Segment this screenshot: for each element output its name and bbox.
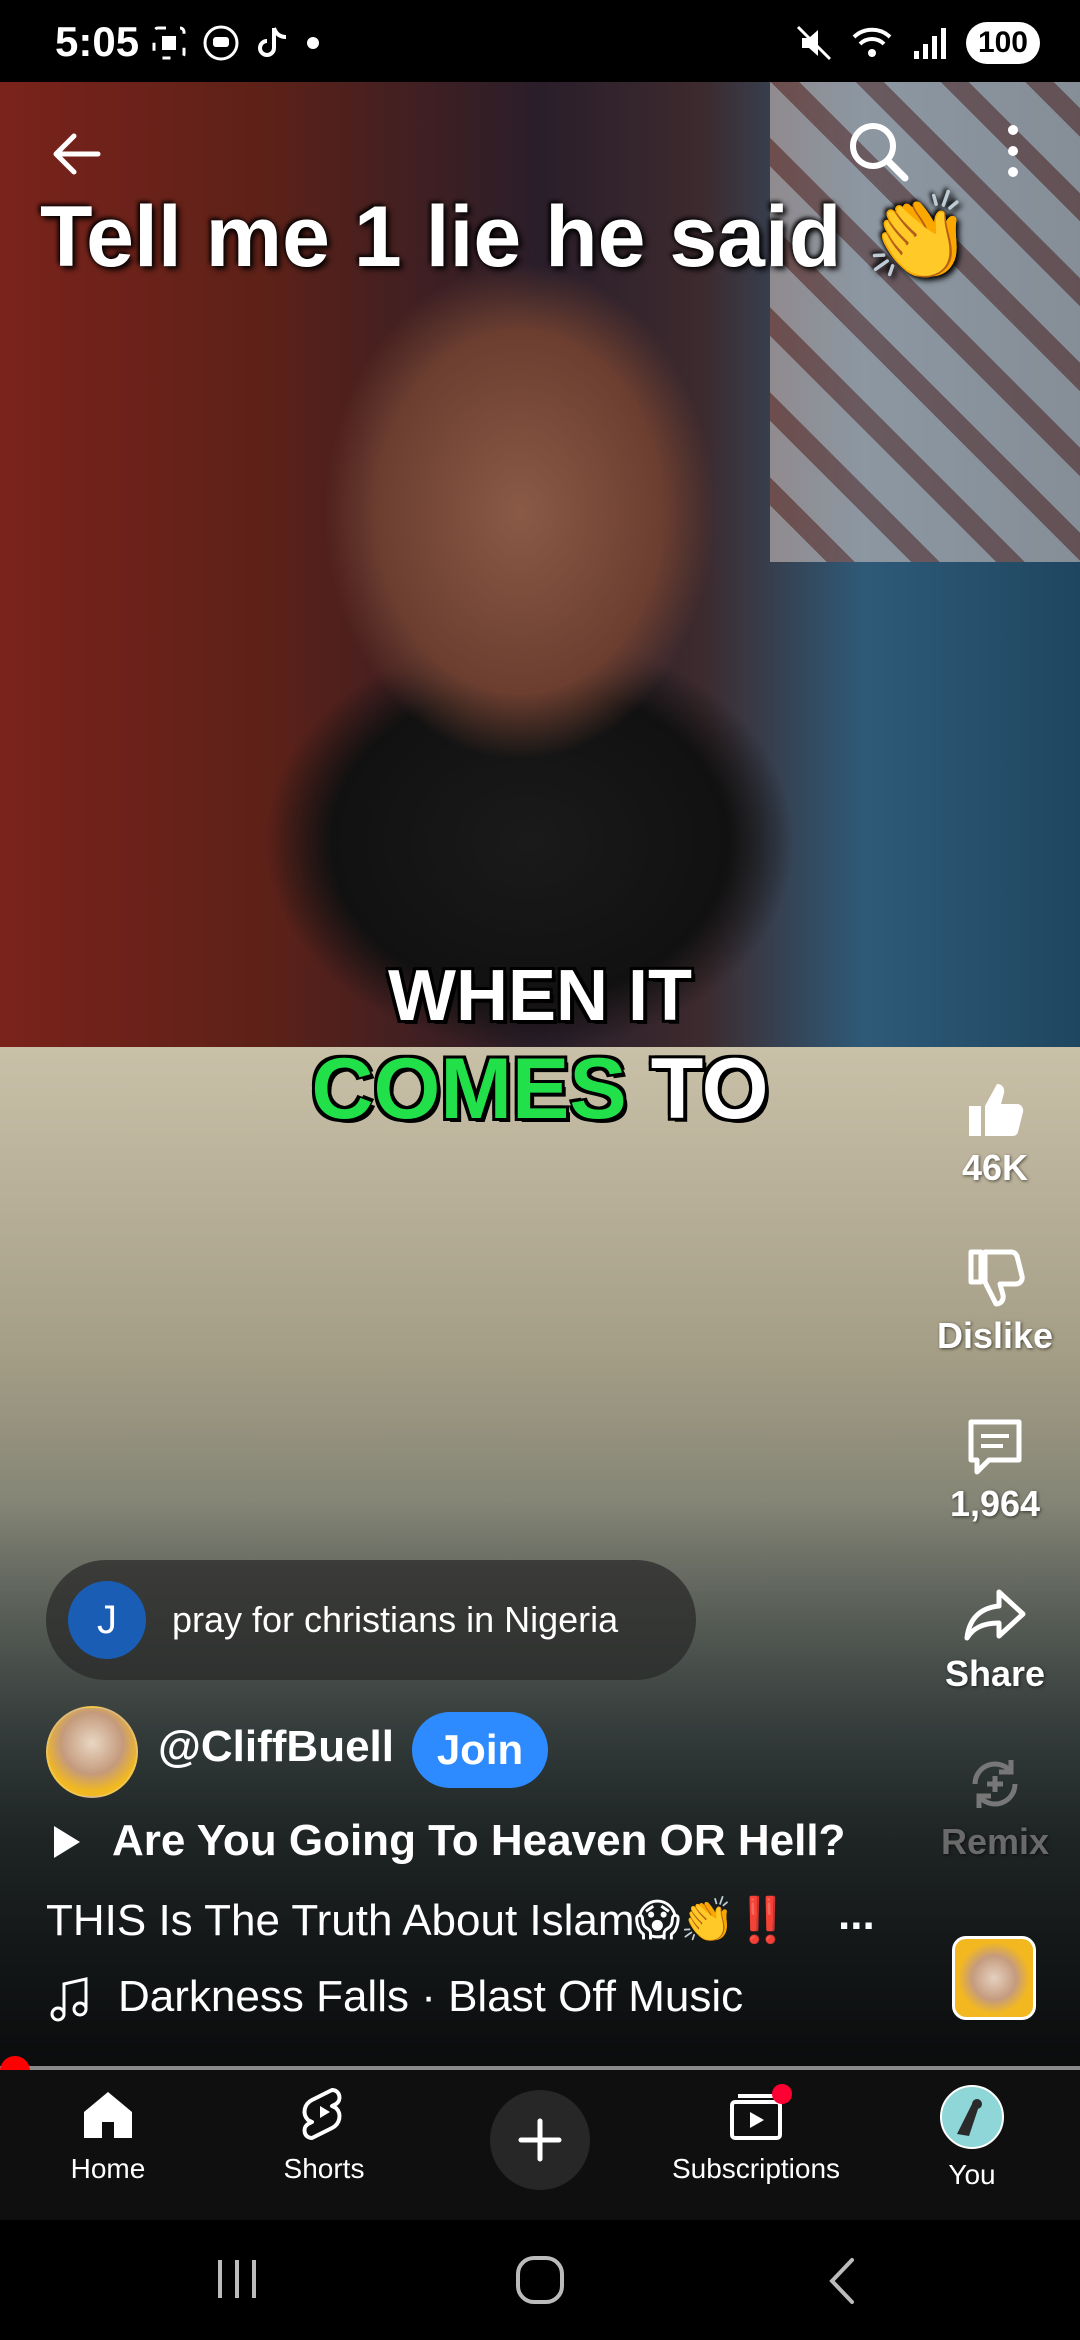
comment-count: 1,964 xyxy=(949,1483,1041,1524)
signal-icon xyxy=(913,28,946,59)
dislike-label: Dislike xyxy=(936,1315,1054,1356)
nav-home-label: Home xyxy=(70,2153,146,2184)
tiktok-icon xyxy=(258,27,287,57)
back-arrow-icon[interactable] xyxy=(48,124,108,184)
wifi-icon xyxy=(852,27,892,57)
app-notification-icon xyxy=(203,25,239,61)
more-options-icon[interactable] xyxy=(1000,120,1026,182)
share-button[interactable]: Share xyxy=(920,1584,1070,1695)
status-time: 5:05 xyxy=(55,18,140,65)
share-arrow-icon xyxy=(964,1589,1026,1641)
video-title-line2[interactable]: THIS Is The Truth About Islam😱👏‼️ xyxy=(46,1894,790,1946)
video-title-line1[interactable]: Are You Going To Heaven OR Hell? xyxy=(112,1816,845,1866)
commenter-avatar: J xyxy=(68,1581,146,1659)
channel-avatar[interactable] xyxy=(46,1706,138,1798)
battery-level: 100 xyxy=(965,22,1040,64)
thumbs-up-icon xyxy=(969,1084,1024,1136)
video-caption-line1: WHEN IT xyxy=(388,956,692,1036)
like-count: 46K xyxy=(961,1147,1029,1188)
play-icon xyxy=(54,1826,80,1858)
screenshot-icon xyxy=(152,26,186,60)
expand-description-button[interactable]: ... xyxy=(838,1890,875,1940)
status-system-icons: 100 xyxy=(794,22,1040,64)
nav-shorts-label: Shorts xyxy=(283,2153,365,2184)
new-content-dot xyxy=(772,2084,792,2104)
dot-icon xyxy=(307,37,319,49)
recent-apps-icon[interactable] xyxy=(212,2256,262,2302)
back-system-icon[interactable] xyxy=(822,2256,862,2306)
remix-icon xyxy=(972,1760,1018,1808)
comments-button[interactable]: 1,964 xyxy=(920,1414,1070,1525)
nav-home[interactable]: Home xyxy=(8,2084,208,2185)
thumbs-down-icon xyxy=(968,1249,1025,1307)
create-button[interactable] xyxy=(490,2090,590,2190)
profile-avatar-icon xyxy=(940,2085,1004,2149)
nav-subscriptions-label: Subscriptions xyxy=(671,2153,841,2184)
home-system-icon[interactable] xyxy=(514,2254,566,2306)
plus-icon xyxy=(518,2118,562,2162)
video-caption-line2: COMES TO xyxy=(0,1040,1080,1139)
nav-you[interactable]: You xyxy=(872,2084,1072,2191)
comment-icon xyxy=(968,1419,1022,1475)
remix-label: Remix xyxy=(940,1821,1050,1862)
caption-highlight-word: COMES xyxy=(311,1041,627,1137)
like-button[interactable]: 46K xyxy=(920,1078,1070,1189)
channel-handle[interactable]: @CliffBuell xyxy=(158,1722,394,1772)
dislike-button[interactable]: Dislike xyxy=(920,1246,1070,1357)
search-icon[interactable] xyxy=(845,118,911,184)
status-notification-icons xyxy=(150,24,320,62)
music-track-label[interactable]: Darkness Falls · Blast Off Music xyxy=(118,1972,743,2022)
mute-icon xyxy=(796,25,831,61)
pinned-comment-bubble[interactable]: J pray for christians in Nigeria xyxy=(46,1560,696,1680)
nav-you-label: You xyxy=(948,2159,996,2190)
shorts-icon xyxy=(302,2088,342,2140)
comment-text: pray for christians in Nigeria xyxy=(172,1599,619,1640)
home-icon xyxy=(84,2092,132,2138)
caption-rest: TO xyxy=(626,1041,769,1137)
video-headline-overlay: Tell me 1 lie he said 👏 xyxy=(40,189,973,285)
nav-shorts[interactable]: Shorts xyxy=(224,2084,424,2185)
share-label: Share xyxy=(944,1653,1046,1694)
music-source-thumbnail[interactable] xyxy=(952,1936,1036,2020)
background-decoration xyxy=(770,82,1080,562)
remix-button[interactable]: Remix xyxy=(920,1752,1070,1863)
join-button[interactable]: Join xyxy=(412,1712,548,1788)
nav-subscriptions[interactable]: Subscriptions xyxy=(656,2084,856,2185)
music-note-icon xyxy=(50,1977,88,2022)
